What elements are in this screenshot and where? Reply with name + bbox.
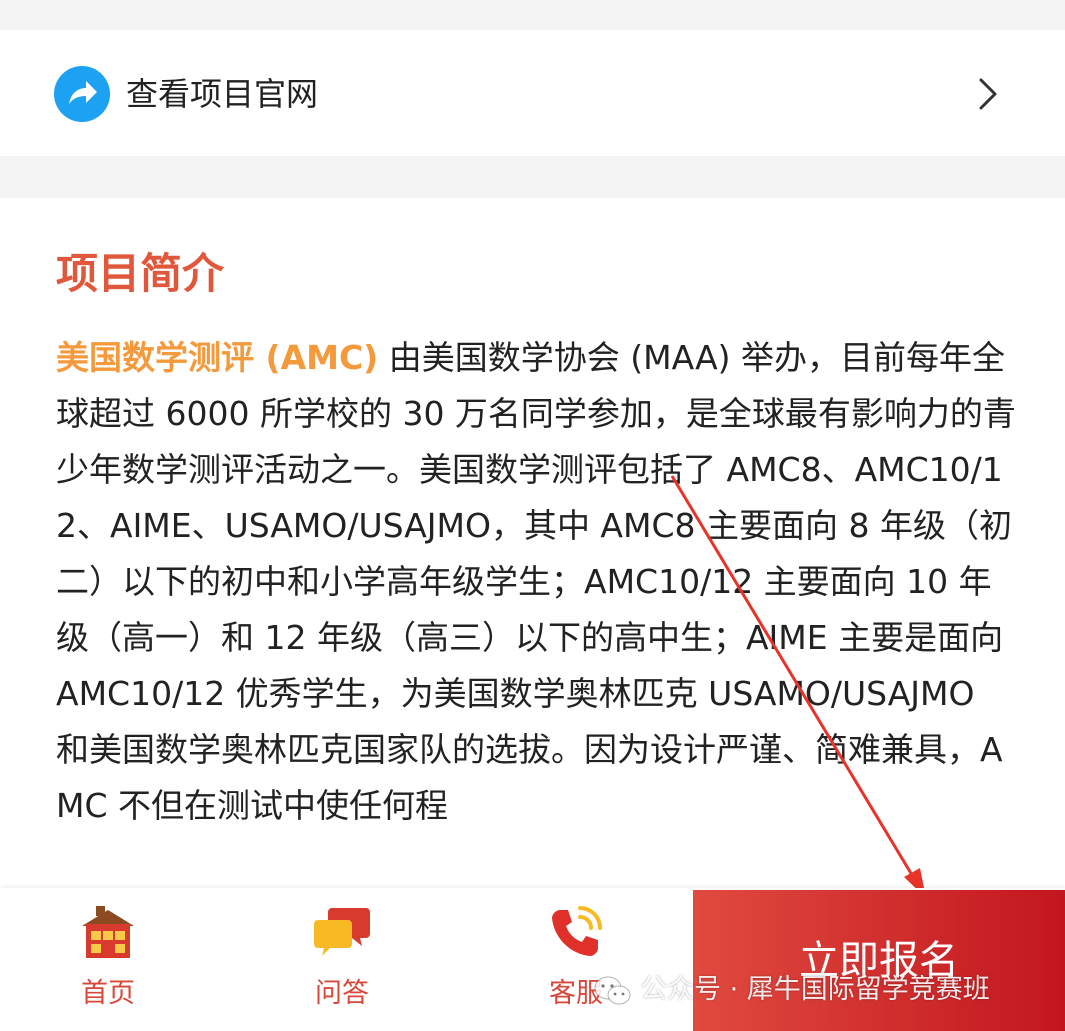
- intro-paragraph: 美国数学测评 (AMC) 由美国数学协会 (MAA) 举办，目前每年全球超过 6…: [56, 330, 1016, 834]
- chat-bubbles-icon: [314, 908, 370, 956]
- wechat-icon: [594, 976, 631, 1004]
- chevron-right-icon: [979, 78, 997, 110]
- official-site-label: 查看项目官网: [126, 75, 319, 113]
- intro-body: 由美国数学协会 (MAA) 举办，目前每年全球超过 6000 所学校的 30 万…: [56, 338, 1016, 825]
- nav-home[interactable]: 首页: [8, 888, 208, 1031]
- home-icon: [82, 906, 134, 958]
- nav-qa[interactable]: 问答: [242, 888, 442, 1031]
- project-intro-section: 项目简介 美国数学测评 (AMC) 由美国数学协会 (MAA) 举办，目前每年全…: [0, 198, 1065, 898]
- intro-highlight: 美国数学测评 (AMC): [56, 338, 379, 377]
- wechat-watermark: 公众号 · 犀牛国际留学竞赛班: [594, 970, 990, 1010]
- nav-qa-label: 问答: [315, 978, 369, 1009]
- share-arrow-icon: [54, 66, 110, 122]
- official-site-link[interactable]: 查看项目官网: [0, 30, 1065, 156]
- phone-icon: [552, 906, 602, 956]
- watermark-text: 公众号 · 犀牛国际留学竞赛班: [640, 974, 990, 1005]
- section-title: 项目简介: [56, 249, 225, 298]
- nav-home-label: 首页: [81, 978, 135, 1009]
